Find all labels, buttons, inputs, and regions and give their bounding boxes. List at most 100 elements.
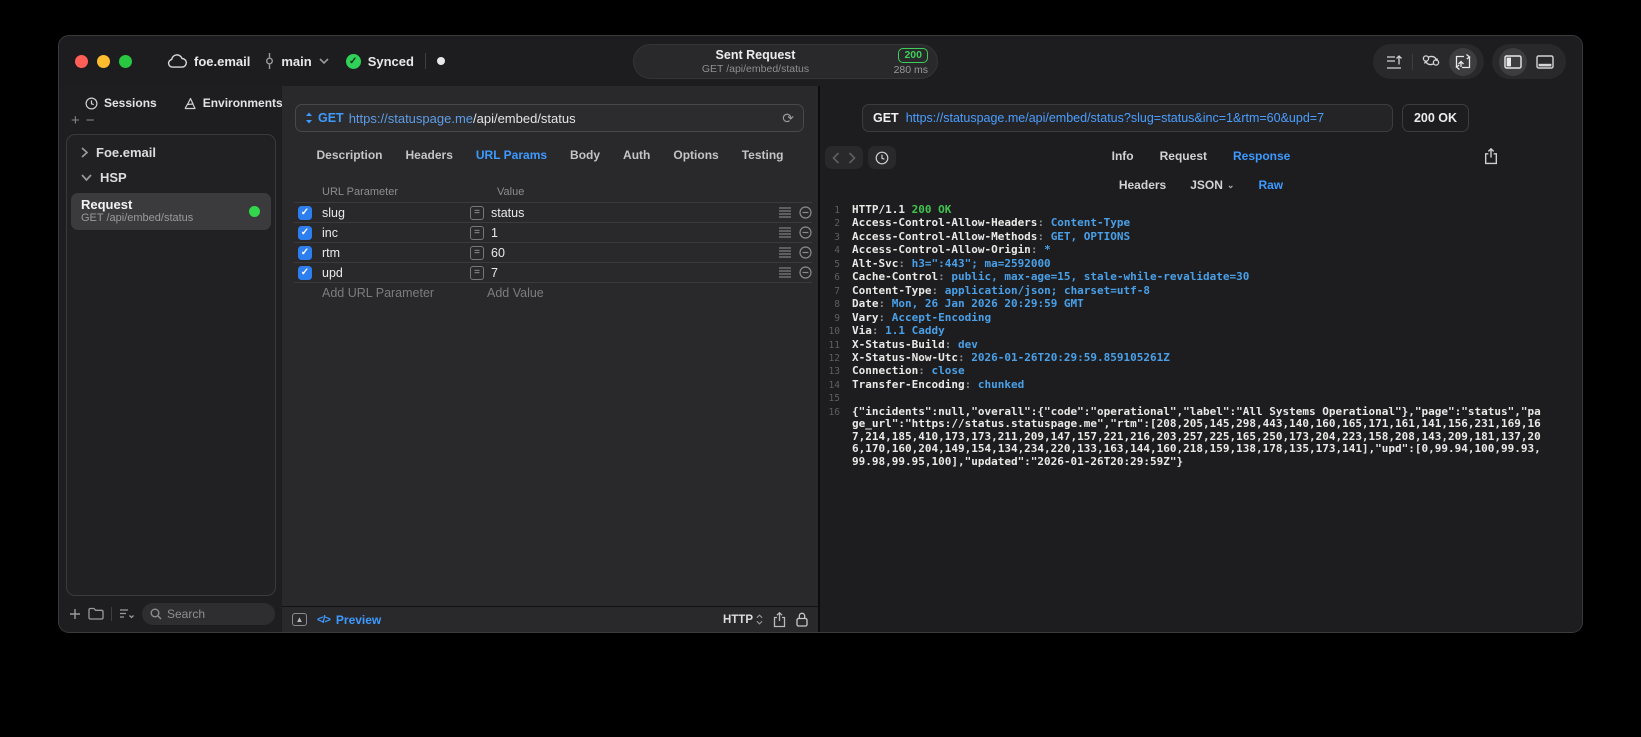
compare-button[interactable]: [1417, 48, 1445, 76]
tab-response[interactable]: Response: [1233, 149, 1290, 163]
method-dropdown-icon[interactable]: [305, 112, 313, 124]
param-name[interactable]: inc: [322, 226, 470, 240]
header-value: 2026-01-26T20:29:59.859105261Z: [971, 350, 1170, 364]
param-name[interactable]: upd: [322, 266, 470, 280]
header-key: Date: [852, 297, 879, 311]
request-method[interactable]: GET: [318, 111, 344, 125]
import-export-button[interactable]: [1449, 47, 1477, 76]
response-subtabs: Headers JSON ⌄ Raw: [820, 178, 1582, 192]
lock-icon[interactable]: [796, 612, 808, 627]
add-param-placeholder[interactable]: Add URL Parameter: [322, 286, 487, 300]
request-list-item[interactable]: Request GET /api/embed/status: [71, 193, 271, 230]
chevron-down-icon[interactable]: [319, 58, 329, 64]
chevron-right-icon: [81, 147, 88, 158]
tree-item-foe-email[interactable]: Foe.email: [67, 135, 275, 160]
status-line: 1 HTTP/1.1 200 OK: [820, 203, 1582, 217]
remove-row-icon[interactable]: [799, 266, 812, 279]
subtab-raw[interactable]: Raw: [1258, 178, 1283, 192]
search-field[interactable]: [142, 602, 275, 625]
expand-panel-icon[interactable]: ▲: [292, 613, 307, 626]
param-value[interactable]: 60: [491, 246, 771, 260]
drag-handle-icon[interactable]: [779, 267, 791, 278]
tab-url-params[interactable]: URL Params: [476, 148, 547, 162]
checkbox-slug[interactable]: ✓: [298, 205, 312, 220]
header-line: 10 Via: 1.1 Caddy: [820, 324, 1582, 338]
tab-testing[interactable]: Testing: [742, 148, 784, 162]
remove-session-button[interactable]: −: [86, 112, 101, 129]
response-body[interactable]: 1 HTTP/1.1 200 OK 2 Access-Control-Allow-He…: [820, 203, 1582, 632]
export-button[interactable]: [1484, 148, 1498, 165]
sync-status[interactable]: Synced: [368, 54, 414, 69]
tab-headers[interactable]: Headers: [406, 148, 453, 162]
param-row-slug[interactable]: ✓ slug = status: [294, 202, 812, 222]
param-value[interactable]: 1: [491, 226, 771, 240]
header-colon: :: [957, 350, 972, 364]
checkbox-rtm[interactable]: ✓: [298, 245, 312, 260]
status-code-badge: 200: [898, 48, 928, 63]
tab-sessions[interactable]: Sessions: [85, 96, 157, 110]
add-value-placeholder[interactable]: Add Value: [487, 286, 544, 300]
param-name[interactable]: slug: [322, 206, 470, 220]
param-name[interactable]: rtm: [322, 246, 470, 260]
tree-item-hsp[interactable]: HSP: [67, 160, 275, 185]
subtab-headers[interactable]: Headers: [1119, 178, 1166, 192]
request-order-button[interactable]: [1380, 48, 1408, 76]
share-icon[interactable]: [773, 611, 786, 628]
remove-row-icon[interactable]: [799, 246, 812, 259]
header-line-text: Date: Mon, 26 Jan 2026 20:29:59 GMT: [852, 297, 1084, 311]
minimize-window-button[interactable]: [97, 55, 110, 68]
drag-handle-icon[interactable]: [779, 247, 791, 258]
request-url[interactable]: https://statuspage.me/api/embed/status: [349, 111, 778, 126]
checkbox-inc[interactable]: ✓: [298, 225, 312, 240]
tab-auth[interactable]: Auth: [623, 148, 650, 162]
new-folder-icon[interactable]: [88, 607, 104, 620]
zoom-window-button[interactable]: [119, 55, 132, 68]
tab-options[interactable]: Options: [673, 148, 718, 162]
param-row-inc[interactable]: ✓ inc = 1: [294, 222, 812, 242]
remove-row-icon[interactable]: [799, 226, 812, 239]
response-url-bar[interactable]: GET https://statuspage.me/api/embed/stat…: [862, 104, 1393, 132]
toggle-sidebar-button[interactable]: [1499, 47, 1527, 76]
line-number: 13: [828, 366, 840, 378]
history-nav-group: [825, 146, 863, 169]
sort-filter-icon[interactable]: [119, 608, 135, 619]
remove-row-icon[interactable]: [799, 206, 812, 219]
header-colon: :: [878, 310, 892, 324]
line-number: 9: [834, 312, 840, 324]
request-status-capsule[interactable]: Sent Request GET /api/embed/status 200 2…: [633, 44, 938, 79]
line-number: 6: [834, 272, 840, 284]
tab-body[interactable]: Body: [570, 148, 600, 162]
tab-request[interactable]: Request: [1160, 149, 1207, 163]
resend-icon[interactable]: ⟳: [782, 110, 794, 127]
tab-environments-label: Environments: [202, 96, 283, 110]
tab-info[interactable]: Info: [1112, 149, 1134, 163]
drag-handle-icon[interactable]: [779, 227, 791, 238]
param-value[interactable]: status: [491, 206, 771, 220]
back-icon[interactable]: [832, 151, 840, 164]
toggle-bottom-panel-button[interactable]: [1531, 48, 1559, 76]
tab-environments[interactable]: Environments: [183, 96, 283, 110]
add-param-row[interactable]: Add URL Parameter Add Value: [294, 282, 812, 303]
protocol-selector[interactable]: HTTP: [723, 614, 763, 626]
param-row-upd[interactable]: ✓ upd = 7: [294, 262, 812, 282]
preview-button[interactable]: </> Preview: [317, 613, 381, 627]
header-line: 7 Content-Type: application/json; charset…: [820, 283, 1582, 298]
workspace-name[interactable]: foe.email: [194, 54, 250, 69]
search-input[interactable]: [167, 606, 267, 621]
header-line-text: Access-Control-Allow-Origin: *: [852, 244, 1051, 257]
param-row-rtm[interactable]: ✓ rtm = 60: [294, 242, 812, 262]
subtab-json[interactable]: JSON ⌄: [1190, 178, 1234, 192]
tab-description[interactable]: Description: [317, 148, 383, 162]
header-key: Content-Type: [852, 283, 932, 297]
forward-icon[interactable]: [848, 151, 856, 164]
drag-handle-icon[interactable]: [779, 207, 791, 218]
add-session-button[interactable]: +: [71, 112, 86, 129]
close-window-button[interactable]: [75, 55, 88, 68]
add-request-button[interactable]: [69, 608, 81, 620]
param-value[interactable]: 7: [491, 266, 771, 280]
history-button[interactable]: [868, 146, 896, 169]
header-line: 9 Vary: Accept-Encoding: [820, 310, 1582, 325]
branch-name[interactable]: main: [281, 54, 311, 69]
checkbox-upd[interactable]: ✓: [298, 265, 312, 280]
request-url-bar[interactable]: GET https://statuspage.me/api/embed/stat…: [295, 104, 804, 132]
